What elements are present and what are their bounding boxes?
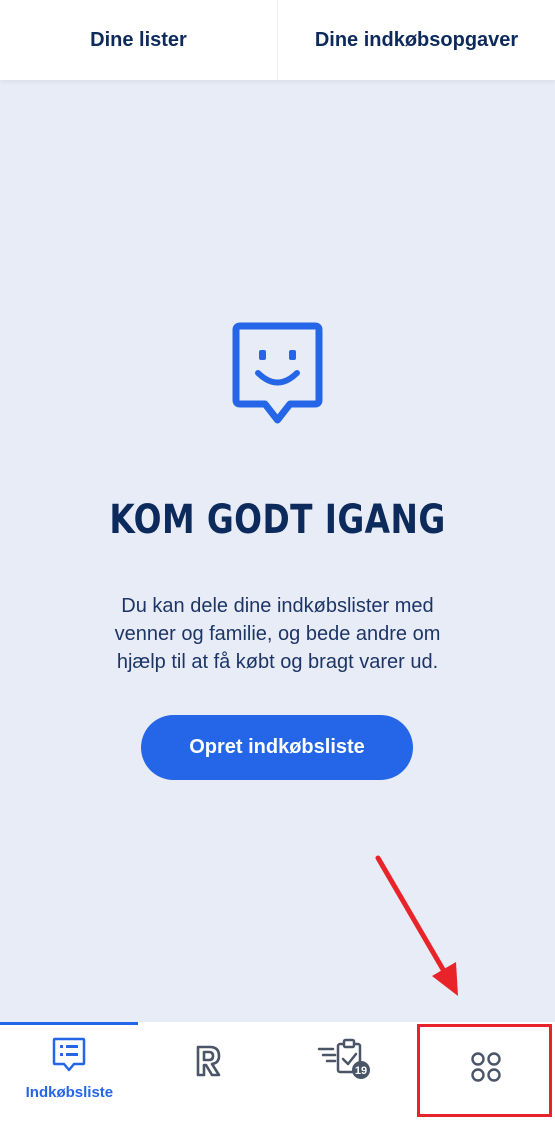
tab-dine-indkobsopgaver[interactable]: Dine indkøbsopgaver <box>277 0 555 80</box>
shopping-list-icon <box>53 1037 86 1072</box>
annotation-highlight-box <box>417 1024 552 1117</box>
create-shopping-list-button[interactable]: Opret indkøbsliste <box>141 715 413 780</box>
tasks-badge-count: 19 <box>355 1065 367 1077</box>
r-logo-icon <box>196 1045 221 1077</box>
nav-label-shopping-list: Indkøbsliste <box>25 1084 114 1101</box>
annotation-arrow-icon <box>375 855 458 996</box>
nav-item-tasks[interactable]: 19 <box>278 1022 417 1130</box>
empty-state: KOM GODT IGANG Du kan dele dine indkøbsl… <box>0 80 555 1022</box>
top-tab-bar: Dine lister Dine indkøbsopgaver <box>0 0 555 80</box>
nav-item-shopping-list[interactable]: Indkøbsliste <box>0 1022 139 1130</box>
empty-state-description: Du kan dele dine indkøbslister med venne… <box>114 595 441 673</box>
nav-item-r[interactable] <box>139 1022 278 1130</box>
tab-dine-lister[interactable]: Dine lister <box>0 0 277 80</box>
empty-state-title: KOM GODT IGANG <box>109 497 446 543</box>
smiley-chat-icon <box>232 322 323 424</box>
tasks-clipboard-icon: 19 <box>317 1038 370 1079</box>
